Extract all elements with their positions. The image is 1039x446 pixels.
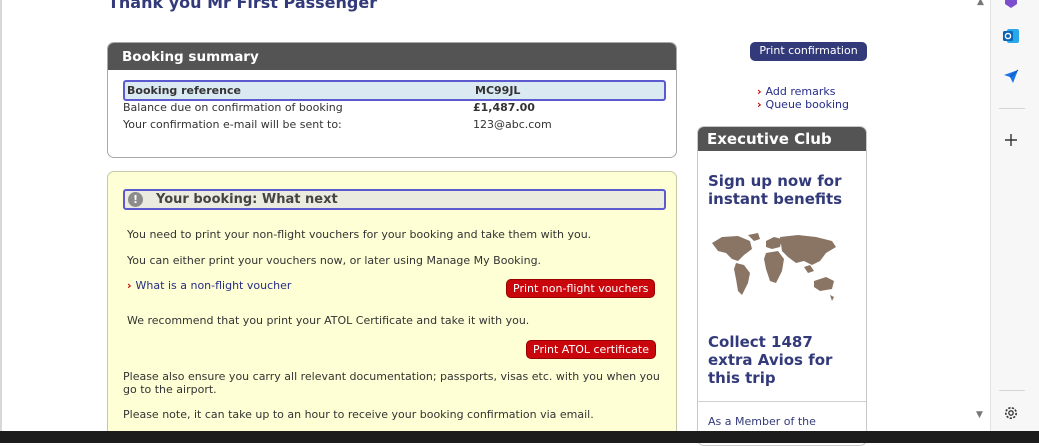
what-next-panel: ! Your booking: What next You need to pr… [107,171,677,443]
print-confirmation-button[interactable]: Print confirmation [750,42,867,61]
booking-reference-value: MC99JL [475,84,521,97]
world-map-icon [712,233,836,301]
side-panel-separator [999,390,1025,391]
voucher-options: You can either print your vouchers now, … [127,254,542,267]
info-icon: ! [128,192,143,207]
add-remarks-link[interactable]: › Add remarks [757,85,835,98]
add-remarks-label: Add remarks [765,85,836,98]
what-next-title: Your booking: What next [156,192,338,207]
what-next-header: ! Your booking: What next [123,189,666,210]
booking-reference-label: Booking reference [127,84,241,97]
window-edge [0,0,2,443]
member-text: As a Member of the [708,415,816,428]
chevron-right-icon: › [127,279,132,292]
email-value: 123@abc.com [473,118,552,131]
email-label: Your confirmation e-mail will be sent to… [123,118,342,131]
side-panel-separator [999,108,1025,109]
send-icon[interactable] [1002,67,1020,85]
executive-club-header: Executive Club [698,127,866,151]
chevron-right-icon: › [757,98,762,111]
what-is-voucher-label: What is a non-flight voucher [135,279,292,292]
chevron-right-icon: › [757,85,762,98]
scroll-down-icon[interactable]: ▼ [976,410,983,420]
signup-heading[interactable]: Sign up now for instant benefits [708,172,858,208]
scroll-up-icon[interactable]: ▲ [977,0,984,7]
atol-recommendation: We recommend that you print your ATOL Ce… [127,314,530,327]
booking-reference-row: Booking reference MC99JL [123,80,666,101]
print-vouchers-button[interactable]: Print non-flight vouchers [506,279,656,298]
copilot-icon[interactable] [1002,0,1020,10]
plus-icon[interactable] [1002,131,1020,149]
page-title: Thank you Mr First Passenger [108,0,378,12]
voucher-instructions: You need to print your non-flight vouche… [127,228,592,241]
outlook-icon[interactable] [1002,27,1020,45]
page: Thank you Mr First Passenger Booking sum… [0,0,1039,446]
taskbar-edge [0,431,1039,443]
gear-icon[interactable] [1002,404,1020,422]
vertical-scrollbar[interactable]: ▲ ▼ [972,0,990,431]
browser-side-panel [990,0,1039,431]
queue-booking-label: Queue booking [765,98,850,111]
executive-club-divider [698,401,866,402]
documentation-note: Please also ensure you carry all relevan… [123,370,660,396]
collect-avios-heading[interactable]: Collect 1487 extra Avios for this trip [708,333,858,387]
booking-summary-panel: Booking summary Booking reference MC99JL… [107,42,677,158]
balance-value: £1,487.00 [473,101,535,114]
confirmation-email-note: Please note, it can take up to an hour t… [123,408,594,421]
what-is-voucher-link[interactable]: › What is a non-flight voucher [127,279,291,292]
executive-club-panel: Executive Club Sign up now for instant b… [697,126,867,446]
queue-booking-link[interactable]: › Queue booking [757,98,849,111]
booking-summary-header: Booking summary [108,43,676,70]
balance-label: Balance due on confirmation of booking [123,101,343,114]
print-atol-button[interactable]: Print ATOL certificate [526,340,656,359]
